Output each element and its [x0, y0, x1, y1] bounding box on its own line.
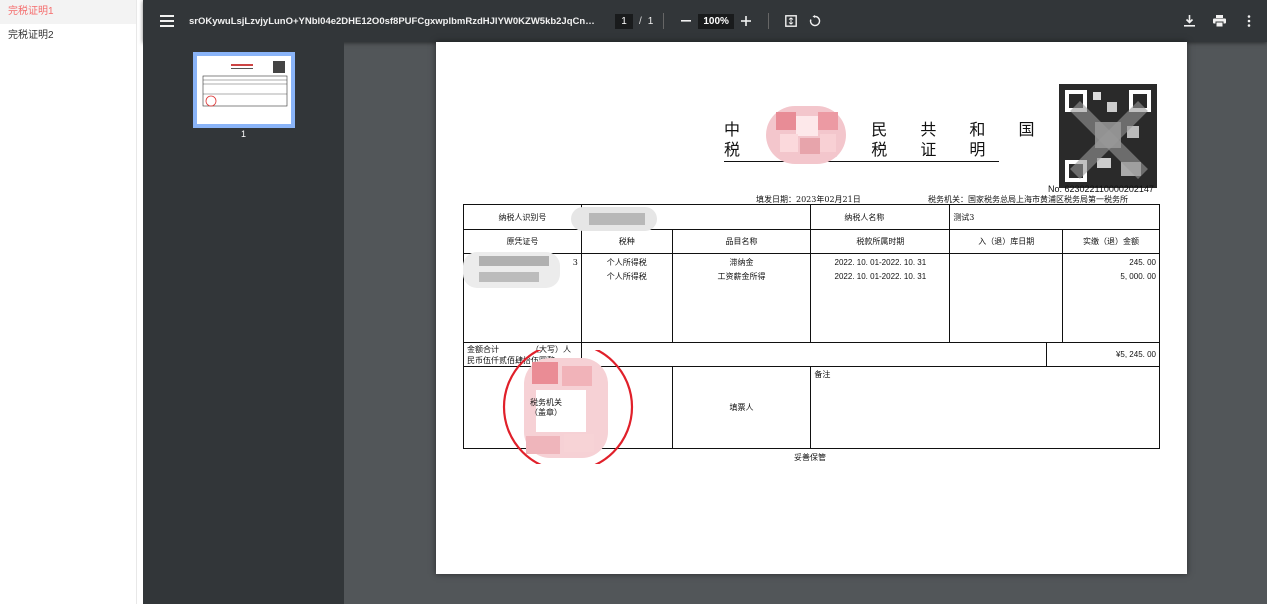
row-1-period: 2022. 10. 01-2022. 10. 31	[834, 258, 927, 267]
filler-cell: 填票人	[671, 366, 812, 449]
rows-amount: 245. 00 5, 000. 00	[1062, 253, 1160, 343]
row-2-tax-type: 个人所得税	[606, 272, 647, 281]
toolbar-actions	[1177, 0, 1267, 42]
fit-page-button[interactable]	[779, 9, 803, 33]
stamp-line2: （盖章）	[530, 408, 562, 417]
download-button[interactable]	[1177, 9, 1201, 33]
header-tax-type: 税种	[580, 229, 673, 254]
more-actions-button[interactable]	[1237, 9, 1261, 33]
row-1-tax-type: 个人所得税	[606, 258, 647, 267]
rows-tax-type: 个人所得税 个人所得税	[580, 253, 673, 343]
rows-period: 2022. 10. 01-2022. 10. 31 2022. 10. 01-2…	[810, 253, 951, 343]
certificate-item-2[interactable]: 完税证明2	[0, 24, 136, 48]
qr-code-redacted	[1059, 84, 1157, 188]
header-cert-no: 原凭证号	[463, 229, 582, 254]
print-icon	[1212, 15, 1226, 27]
row-2-amount: 5, 000. 00	[1120, 272, 1156, 281]
zoom-in-button[interactable]	[734, 9, 758, 33]
tax-authority-label: 税务机关：	[928, 195, 968, 204]
redaction-mosaic	[766, 106, 846, 164]
rows-item: 滞纳金 工资薪金所得	[671, 253, 812, 343]
taxpayer-name-value: 测试3	[949, 204, 1160, 230]
toolbar-divider	[767, 13, 769, 29]
header-amount: 实缴（退）金额	[1062, 229, 1160, 254]
thumbnail-page-number: 1	[240, 129, 246, 139]
thumbnail-sidebar: 1	[143, 42, 344, 604]
rows-date	[949, 253, 1064, 343]
row-2-item: 工资薪金所得	[717, 272, 766, 281]
taxpayer-id-label: 纳税人识别号	[463, 204, 582, 230]
certificate-list: 完税证明1 完税证明2	[0, 0, 137, 604]
taxpayer-id-redaction	[571, 207, 657, 231]
rotate-icon	[809, 15, 821, 27]
remark-cell: 备注	[810, 366, 1160, 449]
row-1-item: 滞纳金	[729, 258, 754, 267]
zoom-level-input[interactable]: 100%	[698, 13, 734, 29]
certificate-number: No. 623022110000202147	[1048, 184, 1154, 194]
fill-date-label: 填发日期：	[756, 195, 796, 204]
page-controls: 1 / 1 100%	[615, 9, 827, 33]
footer-note: 妥善保管	[794, 453, 826, 462]
total-amount: ¥5, 245. 00	[1046, 342, 1160, 367]
certificate-item-1[interactable]: 完税证明1	[0, 0, 136, 24]
fit-page-icon	[785, 15, 797, 27]
document-title: srOKywuLsjLzvjyLunO+YNbl04e2DHE12O0sf8PU…	[189, 15, 599, 27]
more-vertical-icon	[1247, 15, 1251, 27]
pdf-viewer: srOKywuLsjLzvjyLunO+YNbl04e2DHE12O0sf8PU…	[143, 0, 1267, 604]
print-button[interactable]	[1207, 9, 1231, 33]
thumbnail-preview	[197, 56, 291, 124]
fill-date-value: 2023年02月21日	[796, 195, 861, 204]
toolbar-divider	[663, 13, 665, 29]
pdf-toolbar: srOKywuLsjLzvjyLunO+YNbl04e2DHE12O0sf8PU…	[143, 0, 1267, 42]
stamp-line1: 税务机关	[530, 398, 562, 407]
cert-no-redaction	[463, 252, 560, 288]
menu-icon	[160, 15, 174, 27]
row-1-amount: 245. 00	[1129, 258, 1156, 267]
row-2-period: 2022. 10. 01-2022. 10. 31	[834, 272, 927, 281]
stamp-text: 税务机关 （盖章）	[530, 398, 562, 418]
taxpayer-name-cell: 纳税人名称	[810, 204, 951, 230]
page-thumbnail[interactable]	[193, 52, 295, 128]
page-total: 1	[647, 15, 654, 27]
app-root: 完税证明1 完税证明2 srOKywuLsjLzvjyLunO+YNbl04e2…	[0, 0, 1267, 604]
minus-icon	[681, 20, 692, 22]
rotate-button[interactable]	[803, 9, 827, 33]
tax-authority-value: 国家税务总局上海市黄浦区税务局第一税务所	[968, 195, 1128, 204]
page-number-input[interactable]: 1	[615, 13, 633, 29]
header-period: 税款所属时期	[810, 229, 951, 254]
plus-icon	[740, 16, 751, 26]
header-date: 入（退）库日期	[949, 229, 1064, 254]
taxpayer-name-label: 纳税人名称	[844, 212, 885, 222]
official-seal-redacted	[502, 350, 634, 464]
zoom-out-button[interactable]	[674, 9, 698, 33]
menu-button[interactable]	[149, 0, 185, 42]
document-page: 中 华 人 民 共 和 国 税 收 完 税 证 明 No. 6230221100…	[436, 42, 1187, 574]
page-separator: /	[639, 15, 642, 27]
download-icon	[1183, 15, 1195, 27]
header-item: 品目名称	[671, 229, 812, 254]
total-spacer	[580, 342, 1048, 367]
